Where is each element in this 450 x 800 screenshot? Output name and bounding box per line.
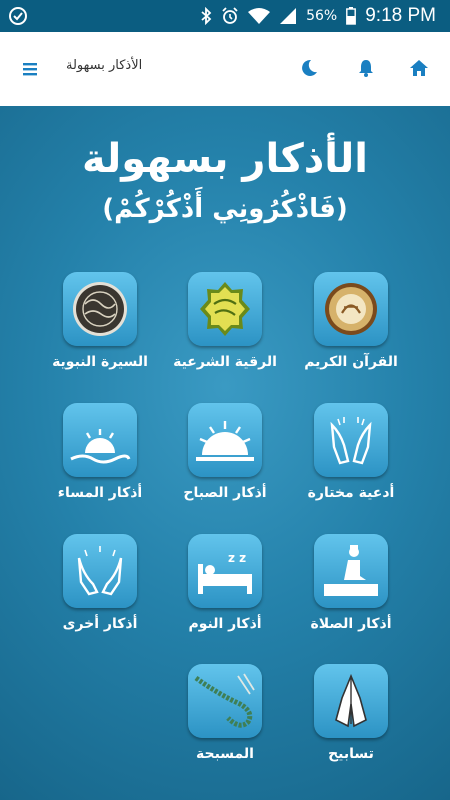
app-title: الأذكار بسهولة <box>66 58 143 73</box>
tile-label: أذكار النوم <box>188 616 262 632</box>
tile-label: أذكار الصلاة <box>310 616 392 632</box>
bell-icon[interactable] <box>355 57 377 79</box>
battery-percent: 56% <box>306 8 338 24</box>
tile-label: الرقية الشرعية <box>173 354 277 370</box>
tile-evening[interactable]: أذكار المساء <box>38 403 162 527</box>
hero-title: الأذكار بسهولة <box>82 136 368 182</box>
quran-icon <box>314 272 388 346</box>
tile-label: أدعية مختارة <box>307 485 395 501</box>
svg-text:z z: z z <box>228 551 246 565</box>
open-hands-icon <box>63 534 137 608</box>
tile-label: أذكار أخرى <box>62 616 138 632</box>
hero-subtitle: (فَاذْكُرُونِي أَذْكُرْكُمْ) <box>102 194 348 224</box>
status-time: 9:18 PM <box>365 5 436 26</box>
tile-label: أذكار الصباح <box>183 485 267 501</box>
tile-quran[interactable]: القرآن الكريم <box>289 272 413 396</box>
tile-rosary[interactable]: المسبحة <box>163 664 287 788</box>
main-content: الأذكار بسهولة (فَاذْكُرُونِي أَذْكُرْكُ… <box>0 106 450 800</box>
wifi-icon <box>248 8 271 24</box>
signal-icon <box>280 8 297 24</box>
prayer-beads-icon <box>188 664 262 738</box>
tile-label: القرآن الكريم <box>304 354 398 370</box>
tile-tasbeeh[interactable]: تسابيح <box>289 664 413 788</box>
tile-duas[interactable]: أدعية مختارة <box>289 403 413 527</box>
tile-morning[interactable]: أذكار الصباح <box>163 403 287 527</box>
tile-prayer[interactable]: أذكار الصلاة <box>289 534 413 658</box>
tile-label: أذكار المساء <box>57 485 143 501</box>
sleep-bed-icon: z z <box>188 534 262 608</box>
sunset-icon <box>63 403 137 477</box>
tile-label: تسابيح <box>328 746 374 762</box>
battery-icon <box>346 7 357 25</box>
prayer-mat-icon <box>314 534 388 608</box>
tile-ruqyah[interactable]: الرقية الشرعية <box>163 272 287 396</box>
bluetooth-icon <box>201 7 212 25</box>
moon-icon[interactable] <box>298 57 320 79</box>
tile-label: المسبحة <box>196 746 254 762</box>
namaste-hands-icon <box>314 664 388 738</box>
tile-sleep[interactable]: z z أذكار النوم <box>163 534 287 658</box>
seerah-seal-icon <box>63 272 137 346</box>
praying-hands-icon <box>314 403 388 477</box>
app-bar: الأذكار بسهولة <box>0 32 450 106</box>
home-icon[interactable] <box>408 57 430 79</box>
tile-label: السيرة النبوية <box>52 354 148 370</box>
status-bar: 56% 9:18 PM <box>0 0 450 32</box>
tile-seerah[interactable]: السيرة النبوية <box>38 272 162 396</box>
ruqyah-icon <box>188 272 262 346</box>
check-circle-icon <box>9 7 27 25</box>
alarm-icon <box>222 7 238 24</box>
tile-other[interactable]: أذكار أخرى <box>38 534 162 658</box>
sunrise-icon <box>188 403 262 477</box>
menu-icon[interactable] <box>20 59 40 79</box>
